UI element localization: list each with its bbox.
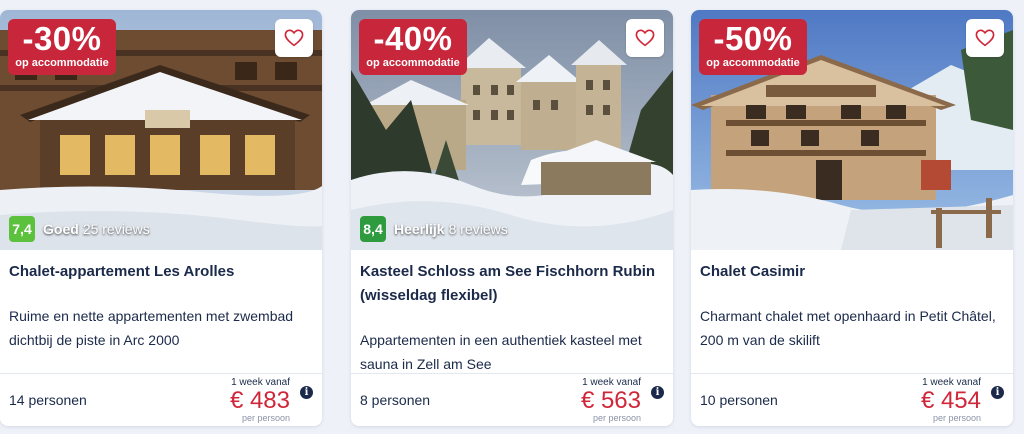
review-score: 7,4 (9, 216, 35, 242)
favorite-button[interactable] (966, 19, 1004, 57)
discount-percentage: -50% (713, 20, 793, 57)
accommodation-description: Ruime en nette appartementen met zwembad… (9, 308, 294, 348)
discount-label: op accommodatie (366, 57, 460, 69)
review-count: 25 reviews (82, 221, 150, 237)
accommodation-title[interactable]: Kasteel Schloss am See Fischhorn Rubin (… (360, 260, 660, 308)
person-count: 14 personen (9, 392, 87, 408)
accommodation-description: Appartementen in een authentiek kasteel … (360, 332, 642, 372)
review-rating[interactable]: 8,4 Heerlijk 8 reviews (360, 216, 508, 242)
discount-label: op accommodatie (706, 57, 800, 69)
discount-badge: -50% op accommodatie (699, 19, 807, 75)
price-unit: per persoon (592, 413, 641, 423)
divider (0, 373, 322, 374)
review-rating[interactable]: 7,4 Goed 25 reviews (9, 216, 150, 242)
discount-label: op accommodatie (15, 57, 109, 69)
accommodation-photo[interactable]: -50% op accommodatie (691, 10, 1013, 250)
info-icon[interactable]: i (300, 386, 313, 399)
info-icon[interactable]: i (651, 386, 664, 399)
review-score: 8,4 (360, 216, 386, 242)
accommodation-card[interactable]: -40% op accommodatie 8,4 Heerlijk 8 revi… (351, 10, 673, 426)
heart-icon (284, 29, 304, 47)
person-count: 10 personen (700, 392, 778, 408)
person-count: 8 personen (360, 392, 431, 408)
discount-badge: -40% op accommodatie (359, 19, 467, 75)
price-unit: per persoon (241, 413, 290, 423)
price: € 483 (229, 387, 290, 414)
accommodation-photo[interactable]: -30% op accommodatie 7,4 Goed 25 reviews (0, 10, 322, 250)
review-count: 8 reviews (448, 221, 508, 237)
accommodation-card[interactable]: -50% op accommodatie Chalet Casimir Char… (691, 10, 1013, 426)
price: € 563 (580, 387, 641, 414)
discount-percentage: -30% (22, 20, 102, 57)
accommodation-description: Charmant chalet met openhaard in Petit C… (700, 308, 996, 348)
discount-percentage: -40% (373, 20, 453, 57)
review-label: Heerlijk (394, 221, 445, 237)
accommodation-title[interactable]: Chalet-appartement Les Arolles (9, 260, 309, 284)
review-label: Goed (43, 221, 79, 237)
price-block: 1 week vanaf € 454 per persoon (891, 377, 981, 423)
accommodation-card[interactable]: -30% op accommodatie 7,4 Goed 25 reviews… (0, 10, 322, 426)
favorite-button[interactable] (626, 19, 664, 57)
divider (691, 373, 1013, 374)
divider (351, 373, 673, 374)
favorite-button[interactable] (275, 19, 313, 57)
heart-icon (635, 29, 655, 47)
info-icon[interactable]: i (991, 386, 1004, 399)
price-block: 1 week vanaf € 483 per persoon (200, 377, 290, 423)
accommodation-photo[interactable]: -40% op accommodatie 8,4 Heerlijk 8 revi… (351, 10, 673, 250)
discount-badge: -30% op accommodatie (8, 19, 116, 75)
price: € 454 (920, 387, 981, 414)
accommodation-title[interactable]: Chalet Casimir (700, 260, 1000, 284)
price-unit: per persoon (932, 413, 981, 423)
heart-icon (975, 29, 995, 47)
price-block: 1 week vanaf € 563 per persoon (551, 377, 641, 423)
